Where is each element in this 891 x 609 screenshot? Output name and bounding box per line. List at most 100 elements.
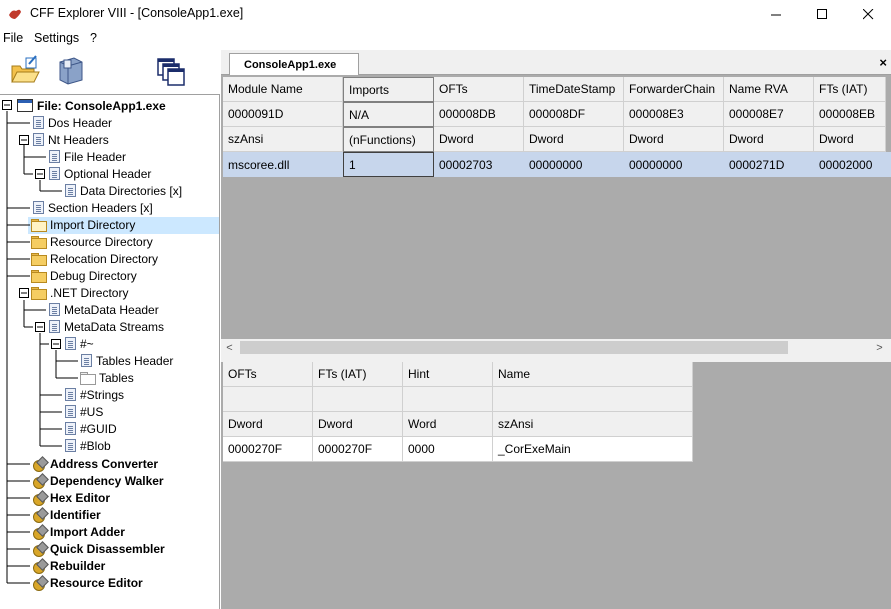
folder-open-icon <box>31 218 47 232</box>
type-cell: Dword <box>313 412 403 437</box>
column-header-name-rva[interactable]: Name RVA <box>724 77 814 102</box>
table-cell[interactable]: 0000270F <box>313 437 403 462</box>
column-header-timedatestamp[interactable]: TimeDateStamp <box>524 77 624 102</box>
close-tab-button[interactable]: × <box>879 55 887 70</box>
tree-item-debug-directory[interactable]: Debug Directory <box>31 267 138 284</box>
save-button[interactable] <box>54 54 88 88</box>
tree-tool-identifier[interactable]: Identifier <box>32 506 102 523</box>
tree-label: Relocation Directory <box>50 251 159 266</box>
table-row[interactable]: 0000270F 0000270F 0000 _CorExeMain <box>223 437 693 462</box>
tree-label: File Header <box>64 149 127 164</box>
windows-icon <box>157 58 185 86</box>
column-header-name[interactable]: Name <box>493 362 693 387</box>
table-cell-focused[interactable]: 1 <box>343 152 434 177</box>
tree-item-stream-tilde[interactable]: #~ <box>65 335 95 352</box>
tree-label: MetaData Header <box>64 302 159 317</box>
table-cell[interactable]: 00002703 <box>434 152 524 177</box>
tree-tool-hex-editor[interactable]: Hex Editor <box>32 489 111 506</box>
tree-root-file[interactable]: File: ConsoleApp1.exe <box>17 97 167 114</box>
type-cell: Dword <box>724 127 814 152</box>
column-header-forwarderchain[interactable]: ForwarderChain <box>624 77 724 102</box>
tree-tool-dependency-walker[interactable]: Dependency Walker <box>32 472 165 489</box>
tree-item-optional-header[interactable]: Optional Header <box>49 165 152 182</box>
header-icon <box>49 303 60 316</box>
scroll-thumb[interactable] <box>240 341 788 354</box>
tree-item-file-header[interactable]: File Header <box>49 148 127 165</box>
table-cell[interactable]: 0000 <box>403 437 493 462</box>
type-cell: Dword <box>524 127 624 152</box>
table-cell[interactable]: 0000270F <box>223 437 313 462</box>
menu-settings[interactable]: Settings <box>34 31 79 45</box>
header-icon <box>49 150 60 163</box>
tree-item-tables-header[interactable]: Tables Header <box>81 352 174 369</box>
tree-item-relocation-directory[interactable]: Relocation Directory <box>31 250 159 267</box>
tool-icon <box>32 542 46 557</box>
tab-strip: ConsoleApp1.exe × <box>221 50 891 75</box>
header-icon <box>65 439 76 452</box>
tree-view[interactable]: File: ConsoleApp1.exe Dos Header Nt Head… <box>0 94 220 609</box>
table-cell[interactable]: 00000000 <box>624 152 724 177</box>
tree-item-import-directory[interactable]: Import Directory <box>31 216 136 233</box>
tree-item-blob[interactable]: #Blob <box>65 437 112 454</box>
tree-item-us[interactable]: #US <box>65 403 104 420</box>
tree-tool-quick-disassembler[interactable]: Quick Disassembler <box>32 540 166 557</box>
column-header-ofts[interactable]: OFTs <box>223 362 313 387</box>
tool-icon <box>32 525 46 540</box>
title-bar: CFF Explorer VIII - [ConsoleApp1.exe] <box>0 0 891 28</box>
menu-help[interactable]: ? <box>90 31 97 45</box>
table-cell[interactable]: 00002000 <box>814 152 886 177</box>
tree-tool-address-converter[interactable]: Address Converter <box>32 455 159 472</box>
menu-file[interactable]: File <box>3 31 23 45</box>
folder-icon <box>31 286 47 300</box>
tree-tool-rebuilder[interactable]: Rebuilder <box>32 557 106 574</box>
app-icon <box>9 9 21 19</box>
tree-item-guid[interactable]: #GUID <box>65 420 118 437</box>
scroll-left-arrow[interactable]: < <box>221 339 238 356</box>
type-cell: szAnsi <box>223 127 343 152</box>
offset-cell: 000008DB <box>434 102 524 127</box>
offset-cell <box>313 387 403 412</box>
maximize-button[interactable] <box>799 0 845 28</box>
close-window-button[interactable] <box>845 0 891 28</box>
table-cell[interactable]: _CorExeMain <box>493 437 693 462</box>
table-cell[interactable]: 00000000 <box>524 152 624 177</box>
tree-label: Import Directory <box>50 217 136 232</box>
tree-item-resource-directory[interactable]: Resource Directory <box>31 233 154 250</box>
tree-label: #~ <box>80 336 94 351</box>
column-header-hint[interactable]: Hint <box>403 362 493 387</box>
tree-item-dos-header[interactable]: Dos Header <box>33 114 113 131</box>
minimize-button[interactable] <box>753 0 799 28</box>
open-button[interactable] <box>8 54 42 88</box>
tree-label: #US <box>80 404 104 419</box>
tree-item-net-directory[interactable]: .NET Directory <box>31 284 129 301</box>
type-cell: Word <box>403 412 493 437</box>
tree-item-section-headers[interactable]: Section Headers [x] <box>33 199 154 216</box>
horizontal-scrollbar[interactable]: < > <box>221 339 891 356</box>
tree-item-tables[interactable]: Tables <box>80 369 135 386</box>
tree-item-nt-headers[interactable]: Nt Headers <box>33 131 110 148</box>
table-row[interactable]: mscoree.dll 1 00002703 00000000 00000000… <box>223 152 891 177</box>
column-header-ofts[interactable]: OFTs <box>434 77 524 102</box>
tree-item-data-directories[interactable]: Data Directories [x] <box>65 182 183 199</box>
tree-tool-resource-editor[interactable]: Resource Editor <box>32 574 144 591</box>
column-header-fts-iat[interactable]: FTs (IAT) <box>313 362 403 387</box>
table-cell[interactable]: 0000271D <box>724 152 814 177</box>
tree-label: Rebuilder <box>50 558 106 573</box>
tree-tool-import-adder[interactable]: Import Adder <box>32 523 126 540</box>
tree-item-strings[interactable]: #Strings <box>65 386 125 403</box>
tree-label: #GUID <box>80 421 117 436</box>
minimize-icon <box>770 14 781 15</box>
toolbar <box>0 50 220 94</box>
tree-label: Dos Header <box>48 115 113 130</box>
tree-item-metadata-streams[interactable]: MetaData Streams <box>49 318 165 335</box>
column-header-fts-iat[interactable]: FTs (IAT) <box>814 77 886 102</box>
column-header-module-name[interactable]: Module Name <box>223 77 343 102</box>
windows-button[interactable] <box>155 54 189 88</box>
scroll-right-arrow[interactable]: > <box>871 339 888 356</box>
tree-item-metadata-header[interactable]: MetaData Header <box>49 301 160 318</box>
table-cell[interactable]: mscoree.dll <box>223 152 343 177</box>
file-window-icon <box>17 99 33 112</box>
column-header-imports[interactable]: Imports <box>343 77 434 102</box>
tab-consoleapp1[interactable]: ConsoleApp1.exe <box>229 53 359 75</box>
maximize-icon <box>816 8 827 19</box>
